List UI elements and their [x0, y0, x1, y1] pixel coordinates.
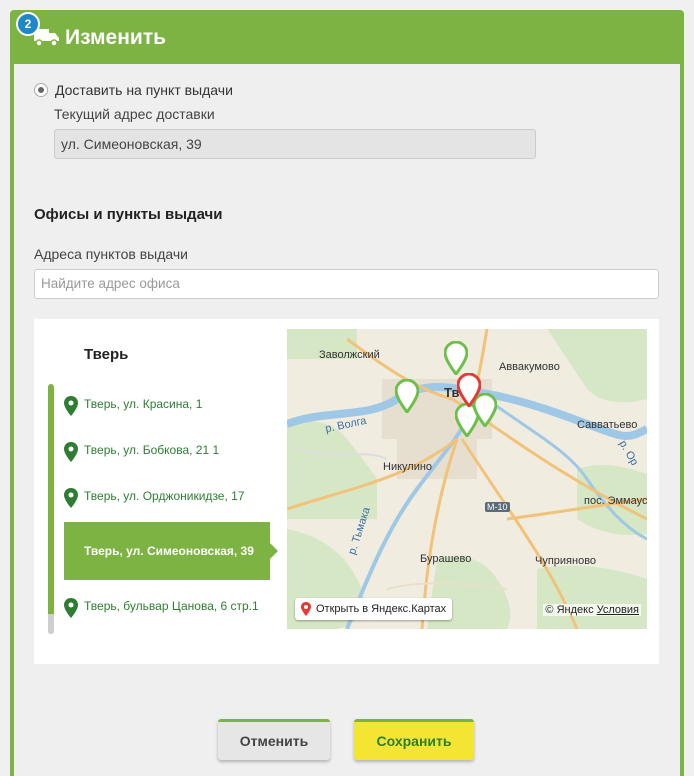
- office-map-card: Тверь Тверь, ул. Красина, 1 Тверь, ул. Б…: [34, 319, 659, 664]
- city-name: Тверь: [84, 346, 129, 363]
- current-address-label: Текущий адрес доставки: [54, 106, 215, 122]
- open-in-yandex-maps-button[interactable]: Открыть в Яндекс.Картах: [295, 598, 453, 620]
- delivery-panel: 2 Изменить Доставить на пункт выдачи Тек…: [10, 10, 684, 776]
- map-pin-icon: [64, 598, 78, 618]
- pickup-radio[interactable]: [34, 83, 48, 97]
- step-badge: 2: [16, 12, 40, 36]
- cancel-button[interactable]: Отменить: [218, 719, 330, 760]
- map-pin-icon: [64, 488, 78, 508]
- panel-content: Доставить на пункт выдачи Текущий адрес …: [14, 64, 680, 776]
- office-item[interactable]: Тверь, бульвар Цанова, 6 стр.1: [64, 598, 304, 618]
- office-item[interactable]: Тверь, ул. Орджоникидзе, 17: [64, 488, 304, 508]
- offices-section-title: Офисы и пункты выдачи: [34, 206, 223, 223]
- office-item[interactable]: Тверь, ул. Красина, 1: [64, 396, 304, 416]
- map-pin-icon: [64, 442, 78, 462]
- yandex-map[interactable]: Заволжский Аввакумово Тве р. Волга Савва…: [287, 329, 647, 629]
- page-title: Изменить: [65, 26, 167, 49]
- save-button[interactable]: Сохранить: [354, 719, 474, 760]
- map-marker-green[interactable]: [395, 379, 419, 413]
- map-label: пос. Эммаус: [584, 495, 647, 507]
- delivery-option-pickup[interactable]: Доставить на пункт выдачи: [34, 80, 233, 100]
- office-search-input[interactable]: Найдите адрес офиса: [34, 269, 659, 299]
- map-label: Аввакумово: [499, 361, 560, 373]
- list-scroll-track[interactable]: [48, 384, 54, 634]
- open-in-yandex-maps-label: Открыть в Яндекс.Картах: [316, 603, 447, 615]
- map-pin-icon: [64, 396, 78, 416]
- office-item-label: Тверь, ул. Красина, 1: [84, 397, 203, 411]
- map-label: Чуприяново: [535, 555, 597, 567]
- office-item-label: Тверь, бульвар Цанова, 6 стр.1: [84, 599, 259, 613]
- map-label: Савватьево: [577, 419, 638, 431]
- pickup-points-label: Адреса пунктов выдачи: [34, 246, 188, 262]
- office-item-label: Тверь, ул. Орджоникидзе, 17: [84, 489, 245, 503]
- red-pin-icon: [301, 602, 311, 616]
- map-terms-link[interactable]: Условия: [597, 604, 639, 616]
- map-marker-selected[interactable]: [457, 373, 481, 407]
- map-label: Заволжский: [319, 349, 380, 361]
- map-copyright: © Яндекс Условия: [543, 604, 641, 616]
- highway-shield: М-10: [485, 502, 510, 512]
- map-label: Бурашево: [420, 553, 472, 565]
- office-item-selected[interactable]: Тверь, ул. Симеоновская, 39: [64, 522, 278, 580]
- office-item[interactable]: Тверь, ул. Бобкова, 21 1: [64, 442, 304, 462]
- pickup-radio-label: Доставить на пункт выдачи: [55, 82, 233, 98]
- panel-header: 2 Изменить: [10, 10, 684, 64]
- map-copyright-text: © Яндекс: [545, 604, 594, 616]
- office-item-label: Тверь, ул. Симеоновская, 39: [84, 544, 254, 558]
- current-address-field: ул. Симеоновская, 39: [54, 129, 536, 159]
- map-label: Никулино: [383, 461, 433, 473]
- list-scroll-end: [48, 614, 54, 634]
- map-marker-green[interactable]: [444, 341, 468, 375]
- office-item-label: Тверь, ул. Бобкова, 21 1: [84, 443, 220, 457]
